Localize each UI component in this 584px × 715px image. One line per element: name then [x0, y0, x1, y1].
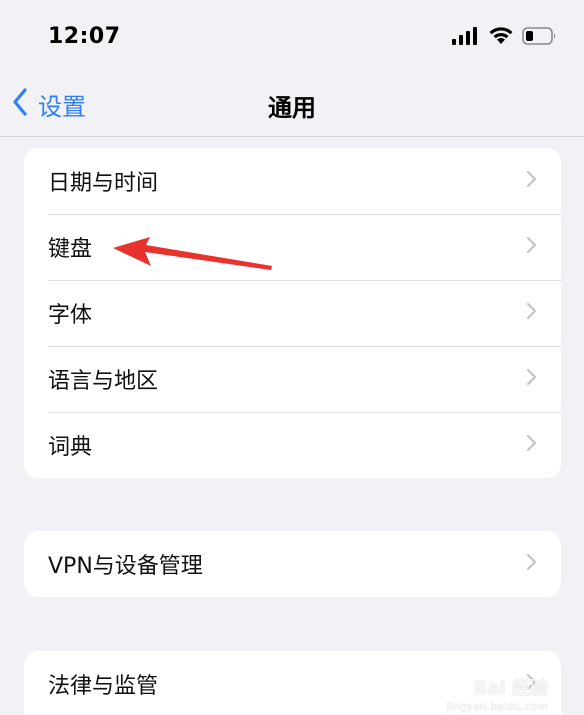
settings-row-label: 日期与时间 — [48, 171, 159, 196]
settings-row-dictionary[interactable]: 词典 — [24, 412, 561, 478]
back-button[interactable]: 设置 — [12, 87, 86, 122]
navigation-bar: 设置 通用 — [0, 74, 584, 137]
settings-row-vpn-device-management[interactable]: VPN与设备管理 — [24, 531, 561, 597]
settings-row-language-region[interactable]: 语言与地区 — [24, 346, 561, 412]
page-title: 通用 — [268, 94, 316, 122]
wifi-icon — [488, 26, 514, 49]
status-bar: 12:07 — [0, 0, 584, 74]
battery-icon — [522, 26, 558, 49]
chevron-right-icon — [526, 553, 537, 575]
settings-group-general: 日期与时间 键盘 字体 语言与地区 词典 — [24, 148, 561, 478]
status-icons — [452, 26, 558, 49]
status-time: 12:07 — [48, 24, 121, 49]
chevron-right-icon — [526, 434, 537, 456]
signal-icon — [452, 26, 480, 49]
back-button-label: 设置 — [38, 93, 86, 121]
settings-row-label: VPN与设备管理 — [48, 554, 203, 579]
chevron-right-icon — [526, 368, 537, 390]
settings-row-label: 字体 — [48, 303, 93, 328]
settings-row-date-time[interactable]: 日期与时间 — [24, 148, 561, 214]
watermark-logo: Bai 经验 — [473, 678, 548, 699]
chevron-left-icon — [12, 87, 28, 122]
settings-row-label: 键盘 — [48, 237, 93, 262]
chevron-right-icon — [526, 302, 537, 324]
settings-row-label: 语言与地区 — [48, 369, 159, 394]
settings-row-fonts[interactable]: 字体 — [24, 280, 561, 346]
settings-row-label: 法律与监管 — [48, 674, 159, 699]
settings-row-label: 词典 — [48, 435, 93, 460]
chevron-right-icon — [526, 170, 537, 192]
watermark: Bai 经验 jingyan.baidu.com — [446, 674, 548, 713]
settings-row-keyboard[interactable]: 键盘 — [24, 214, 561, 280]
chevron-right-icon — [526, 236, 537, 258]
settings-group-vpn: VPN与设备管理 — [24, 531, 561, 597]
watermark-site: jingyan.baidu.com — [446, 700, 548, 713]
